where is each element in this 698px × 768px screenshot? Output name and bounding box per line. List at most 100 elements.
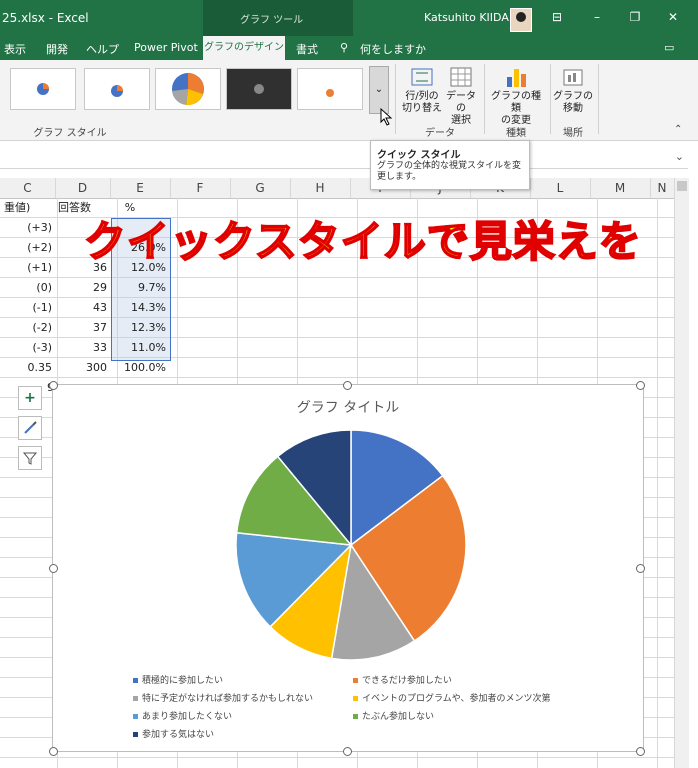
legend-label: できるだけ参加したい — [362, 676, 452, 686]
minimize-icon[interactable]: – — [588, 10, 606, 24]
table-cell[interactable]: (0) — [0, 278, 52, 298]
chart-style-thumb-5[interactable] — [297, 68, 363, 110]
legend-item[interactable]: たぶん参加しない — [353, 709, 434, 722]
table-cell[interactable]: 9.7% — [110, 278, 166, 298]
resize-handle[interactable] — [636, 747, 645, 756]
table-cell[interactable]: 0.35 — [0, 358, 53, 378]
resize-handle[interactable] — [49, 564, 58, 573]
tab-chart-design[interactable]: グラフのデザイン — [203, 36, 285, 60]
quick-styles-more-button[interactable]: ⌄ — [369, 66, 389, 114]
resize-handle[interactable] — [343, 381, 352, 390]
legend-swatch — [133, 732, 138, 737]
formula-bar[interactable]: ⌄ — [0, 146, 688, 169]
column-header-g[interactable]: G — [230, 178, 291, 198]
filter-icon — [22, 452, 38, 465]
table-cell[interactable]: 33 — [55, 338, 107, 358]
move-chart-label-2: 移動 — [563, 103, 583, 114]
chart-style-thumb-4[interactable] — [226, 68, 292, 110]
tab-developer[interactable]: 開発 — [46, 41, 68, 57]
move-chart-label-1: グラフの — [553, 91, 593, 102]
expand-formula-icon[interactable]: ⌄ — [675, 150, 684, 163]
table-cell[interactable]: 12.3% — [110, 318, 166, 338]
type-group-label: 種類 — [506, 128, 526, 139]
plus-icon: + — [24, 390, 36, 406]
tab-help[interactable]: ヘルプ — [86, 41, 119, 57]
user-name[interactable]: Katsuhito KIIDA — [424, 11, 509, 24]
pie-plot-area[interactable] — [231, 425, 471, 665]
column-header-m[interactable]: M — [590, 178, 651, 198]
change-chart-type-label-1: グラフの種類 — [491, 91, 541, 114]
tab-format[interactable]: 書式 — [296, 41, 318, 57]
select-data-button[interactable]: データの 選択 — [444, 65, 478, 127]
table-cell[interactable]: (-1) — [0, 298, 52, 318]
chart-style-thumb-1[interactable] — [10, 68, 76, 110]
legend-swatch — [353, 714, 358, 719]
chart-style-thumb-2[interactable] — [84, 68, 150, 110]
tab-power-pivot[interactable]: Power Pivot — [134, 41, 198, 54]
table-cell[interactable]: (+1) — [0, 258, 52, 278]
legend-item[interactable]: 特に予定がなければ参加するかもしれない — [133, 691, 313, 704]
group-divider — [484, 64, 485, 134]
legend-swatch — [133, 678, 138, 683]
legend-swatch — [353, 678, 358, 683]
table-cell[interactable]: (+3) — [0, 218, 52, 238]
table-cell[interactable]: 29 — [55, 278, 107, 298]
restore-icon[interactable]: ❐ — [626, 10, 644, 24]
column-header-f[interactable]: F — [170, 178, 231, 198]
data-group-label: データ — [425, 128, 455, 139]
column-header-e[interactable]: E — [110, 178, 171, 198]
close-icon[interactable]: ✕ — [664, 10, 682, 24]
avatar[interactable] — [510, 8, 532, 32]
header-cell[interactable]: 重値) — [0, 198, 56, 218]
chart-title[interactable]: グラフ タイトル — [53, 397, 643, 417]
resize-handle[interactable] — [636, 564, 645, 573]
tell-me-search[interactable]: 何をしますか — [360, 41, 426, 57]
table-cell[interactable]: 300 — [55, 358, 107, 378]
legend-swatch — [133, 696, 138, 701]
chart-filters-button[interactable] — [18, 446, 42, 470]
collapse-ribbon-icon[interactable]: ⌃ — [674, 124, 682, 135]
switch-row-column-label-2: 切り替え — [402, 103, 442, 114]
table-cell[interactable]: (-2) — [0, 318, 52, 338]
column-header-n[interactable]: N — [650, 178, 675, 198]
table-cell[interactable]: (-3) — [0, 338, 52, 358]
resize-handle[interactable] — [49, 747, 58, 756]
switch-row-column-button[interactable]: 行/列の 切り替え — [400, 65, 444, 115]
chart-styles-button[interactable] — [18, 416, 42, 440]
tab-view[interactable]: 表示 — [4, 41, 26, 57]
legend-item[interactable]: 積極的に参加したい — [133, 673, 223, 686]
legend-item[interactable]: できるだけ参加したい — [353, 673, 452, 686]
table-cell[interactable]: 43 — [55, 298, 107, 318]
column-header-l[interactable]: L — [530, 178, 591, 198]
scroll-up-arrow[interactable] — [677, 181, 687, 191]
move-chart-button[interactable]: グラフの 移動 — [553, 65, 593, 115]
legend-label: あまり参加したくない — [142, 712, 233, 722]
column-header-d[interactable]: D — [55, 178, 111, 198]
table-cell[interactable]: (+2) — [0, 238, 52, 258]
resize-handle[interactable] — [49, 381, 58, 390]
ribbon-display-icon[interactable]: ⊟ — [548, 10, 566, 24]
window-title: 25.xlsx - Excel — [2, 11, 89, 25]
change-chart-type-button[interactable]: グラフの種類 の変更 — [488, 65, 544, 127]
table-cell[interactable]: 11.0% — [110, 338, 166, 358]
switch-row-column-label-1: 行/列の — [405, 91, 439, 102]
resize-handle[interactable] — [636, 381, 645, 390]
comments-icon[interactable]: ▭ — [664, 41, 674, 54]
column-header-h[interactable]: H — [290, 178, 351, 198]
table-cell[interactable]: 37 — [55, 318, 107, 338]
vertical-scrollbar[interactable] — [674, 178, 689, 768]
legend-swatch — [133, 714, 138, 719]
legend-label: 特に予定がなければ参加するかもしれない — [142, 694, 314, 704]
resize-handle[interactable] — [343, 747, 352, 756]
lightbulb-icon: ⚲ — [340, 41, 349, 54]
table-cell[interactable]: 100.0% — [110, 358, 166, 378]
quick-style-tooltip: クイック スタイル グラフの全体的な視覚スタイルを変更します。 — [370, 140, 530, 190]
chart-elements-button[interactable]: + — [18, 386, 42, 410]
legend-item[interactable]: イベントのプログラムや、参加者のメンツ次第 — [353, 691, 550, 704]
table-cell[interactable]: 14.3% — [110, 298, 166, 318]
column-header-c[interactable]: C — [0, 178, 56, 198]
legend-item[interactable]: 参加する気はない — [133, 727, 214, 740]
chart-style-thumb-3[interactable] — [155, 68, 221, 110]
legend-item[interactable]: あまり参加したくない — [133, 709, 232, 722]
pie-chart[interactable]: グラフ タイトル 積極的に参加したい できるだけ参加したい特に予定がなければ参加す… — [52, 384, 644, 752]
